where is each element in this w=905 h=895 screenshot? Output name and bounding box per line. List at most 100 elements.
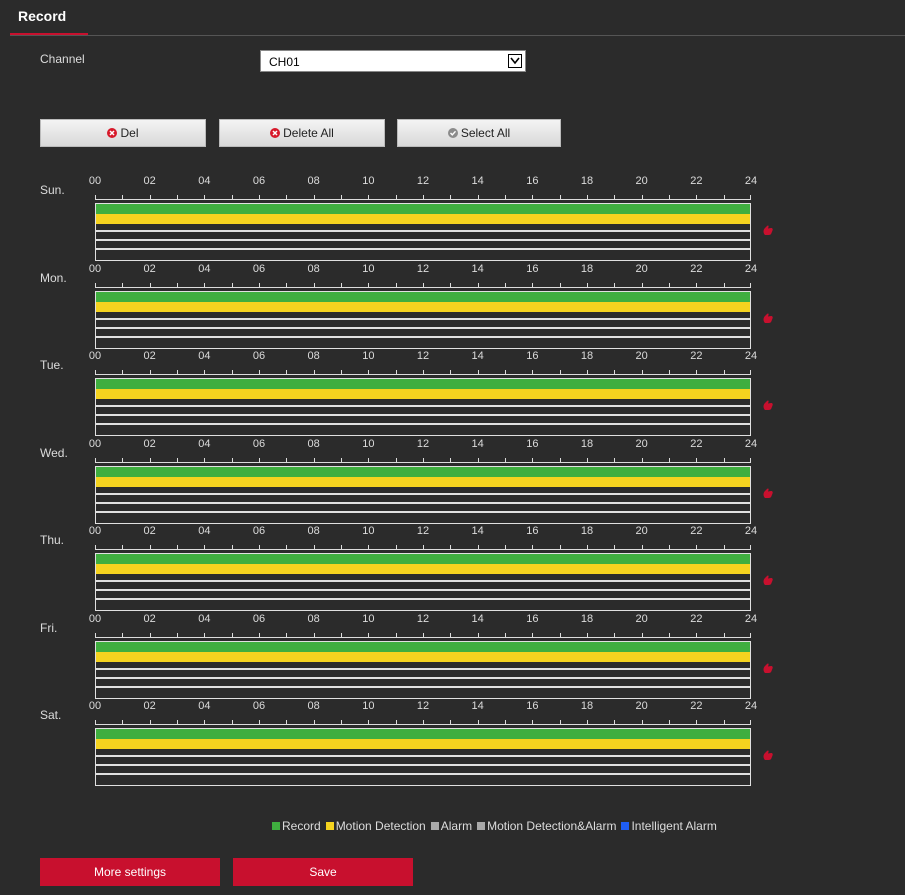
- record-bar[interactable]: [96, 641, 750, 652]
- save-button[interactable]: Save: [233, 858, 413, 886]
- hour-tick-label: 06: [252, 525, 266, 537]
- hour-tick-label: 02: [143, 262, 156, 275]
- schedule-grid[interactable]: [95, 640, 751, 699]
- day-row: Sun. 00 02 04 06 08 10 12 14 16 18 20 22 24: [0, 175, 905, 263]
- ruler-tick: [395, 370, 397, 375]
- copy-icon[interactable]: [762, 661, 774, 673]
- hour-tick-label: 00: [88, 175, 102, 187]
- ruler-tick: [95, 370, 96, 375]
- hour-tick-label: 08: [307, 437, 320, 450]
- hour-tick-label: 18: [580, 525, 594, 537]
- ruler-tick: [423, 282, 424, 288]
- ruler-tick: [614, 282, 616, 288]
- ruler-tick: [177, 545, 178, 550]
- ruler-tick: [395, 545, 397, 550]
- more-settings-button[interactable]: More settings: [40, 858, 220, 886]
- ruler-tick: [286, 545, 288, 550]
- record-bar[interactable]: [96, 204, 750, 214]
- hour-tick-label: 08: [307, 175, 320, 187]
- ruler-tick: [696, 720, 698, 725]
- ruler-tick: [368, 282, 370, 288]
- legend-label: Motion Detection&Alarm: [487, 819, 617, 833]
- schedule-row-divider: [96, 501, 750, 504]
- schedule-grid[interactable]: [95, 465, 751, 524]
- ruler-tick: [505, 632, 506, 638]
- copy-icon[interactable]: [762, 573, 774, 585]
- ruler-tick: [259, 282, 260, 288]
- ruler-tick: [559, 720, 561, 725]
- copy-icon[interactable]: [762, 223, 774, 235]
- record-bar[interactable]: [96, 729, 750, 739]
- copy-icon[interactable]: [762, 398, 774, 410]
- legend-item: Record: [272, 819, 321, 833]
- ruler-tick: [149, 282, 151, 288]
- schedule-row-divider: [96, 667, 750, 670]
- ruler-tick: [395, 282, 397, 288]
- motion-detection-bar[interactable]: [96, 564, 750, 574]
- ruler-tick: [177, 195, 178, 200]
- chevron-down-icon[interactable]: [508, 54, 522, 68]
- record-bar[interactable]: [96, 379, 750, 389]
- ruler-tick: [450, 632, 452, 638]
- schedule-grid[interactable]: [95, 728, 751, 786]
- legend-item: Intelligent Alarm: [621, 819, 717, 833]
- select-all-button[interactable]: Select All: [397, 119, 561, 147]
- ruler-tick: [587, 632, 588, 638]
- copy-icon[interactable]: [762, 486, 774, 498]
- motion-detection-bar[interactable]: [96, 389, 750, 399]
- hour-tick-label: 12: [416, 612, 430, 625]
- ruler-tick: [450, 195, 452, 200]
- ruler-tick: [341, 457, 342, 463]
- ruler-tick: [231, 195, 233, 200]
- ruler-tick: [122, 195, 124, 200]
- ruler-tick: [505, 282, 506, 288]
- ruler-tick: [669, 632, 670, 638]
- schedule-grid[interactable]: [95, 378, 751, 436]
- schedule-row-divider: [96, 773, 750, 775]
- ruler-tick: [286, 632, 288, 638]
- schedule-grid[interactable]: [95, 553, 751, 611]
- legend-swatch: [430, 822, 439, 830]
- schedule-row-divider: [96, 405, 750, 407]
- record-bar[interactable]: [96, 466, 750, 477]
- motion-detection-bar[interactable]: [96, 739, 750, 749]
- ruler-tick: [259, 545, 260, 550]
- motion-detection-bar[interactable]: [96, 651, 750, 662]
- ruler-tick: [723, 720, 725, 725]
- hour-tick-label: 22: [690, 262, 703, 275]
- hour-tick-label: 10: [362, 350, 375, 362]
- ruler-tick: [723, 195, 725, 200]
- copy-icon[interactable]: [762, 311, 774, 323]
- ruler-tick: [532, 195, 534, 200]
- ruler-tick: [341, 370, 342, 375]
- ruler-tick: [477, 370, 479, 375]
- motion-detection-bar[interactable]: [96, 301, 750, 312]
- ruler-tick: [587, 720, 588, 725]
- ruler-tick: [750, 545, 751, 550]
- schedule-grid[interactable]: [95, 203, 751, 261]
- motion-detection-bar[interactable]: [96, 214, 750, 224]
- ruler-tick: [204, 545, 206, 550]
- record-bar[interactable]: [96, 291, 750, 302]
- record-bar[interactable]: [96, 554, 750, 564]
- time-ruler: [95, 543, 751, 551]
- schedule-grid[interactable]: [95, 290, 751, 349]
- hour-tick-label: 06: [252, 612, 266, 625]
- tab-record[interactable]: Record: [18, 8, 66, 24]
- day-label: Wed.: [40, 445, 68, 460]
- ruler-tick: [368, 195, 370, 200]
- channel-select[interactable]: CH01: [260, 50, 526, 72]
- legend-label: Alarm: [440, 819, 473, 833]
- del-button[interactable]: Del: [40, 119, 206, 147]
- hour-tick-label: 22: [690, 437, 703, 450]
- motion-detection-bar[interactable]: [96, 476, 750, 487]
- hour-tick-label: 10: [362, 612, 375, 625]
- ruler-tick: [559, 457, 561, 463]
- copy-icon[interactable]: [762, 748, 774, 760]
- hour-tick-label: 12: [416, 437, 430, 450]
- delete-all-button[interactable]: Delete All: [219, 119, 385, 147]
- ruler-tick: [641, 370, 643, 375]
- ruler-tick: [313, 195, 315, 200]
- ruler-tick: [286, 370, 288, 375]
- tab-divider: [10, 35, 905, 36]
